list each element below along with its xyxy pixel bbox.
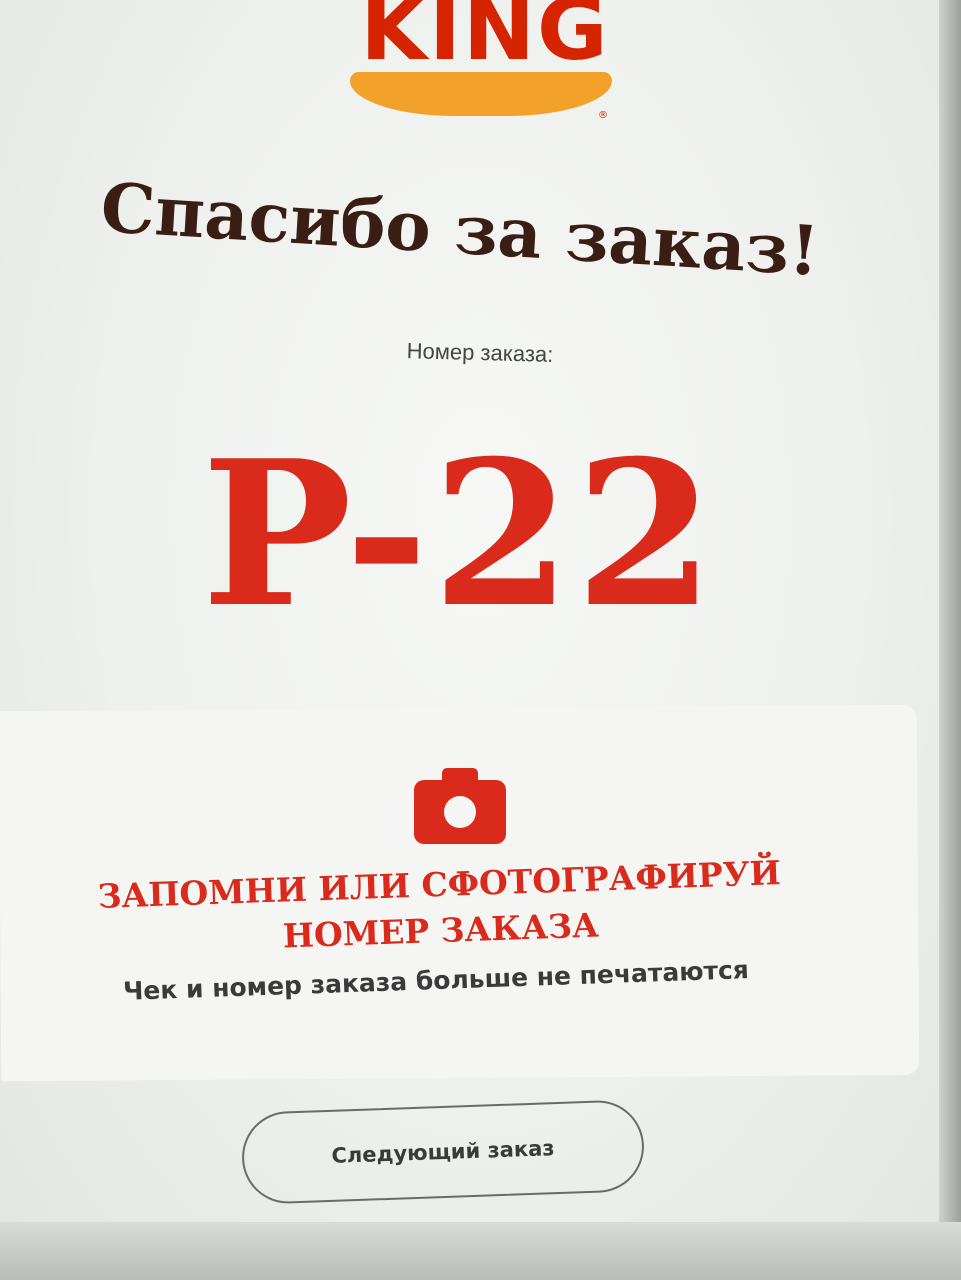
- logo-bun-shape: [350, 72, 612, 116]
- camera-icon: [414, 768, 506, 844]
- camera-lens-shape: [444, 796, 476, 828]
- kiosk-bezel-bottom: [0, 1222, 961, 1280]
- burger-king-logo: KING ®: [340, 0, 630, 150]
- kiosk-screen: KING ® Спасибо за заказ! Номер заказа: P…: [0, 0, 961, 1280]
- kiosk-bezel-right: [939, 0, 961, 1280]
- registered-mark-icon: ®: [598, 110, 608, 121]
- page-title: Спасибо за заказ!: [98, 168, 822, 292]
- order-number: P-22: [201, 417, 719, 652]
- order-number-label: Номер заказа:: [406, 338, 554, 367]
- panel-pointer: [448, 688, 496, 710]
- next-order-button[interactable]: Следующий заказ: [240, 1099, 646, 1205]
